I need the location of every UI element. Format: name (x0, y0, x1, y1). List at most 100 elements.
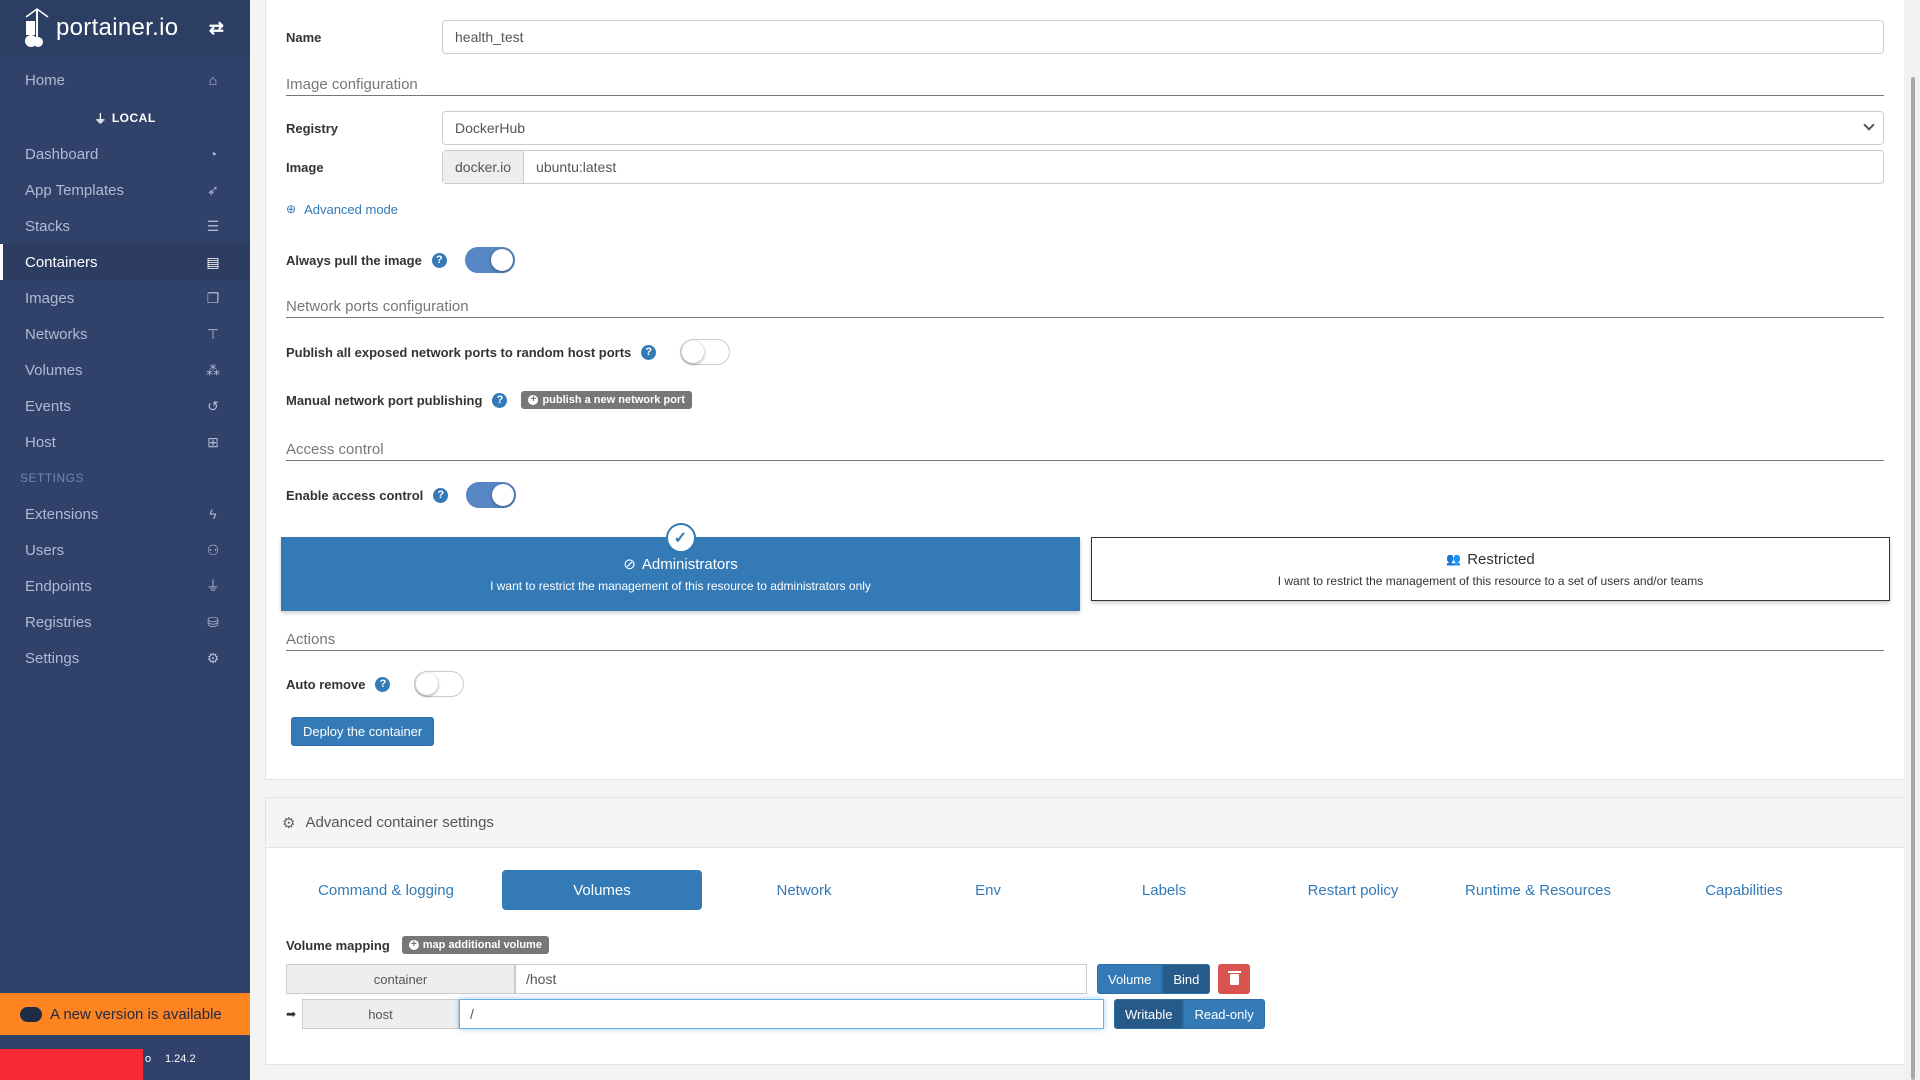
enable-access-toggle[interactable] (466, 482, 517, 508)
sitemap-icon: ⊤ (206, 325, 220, 342)
host-path-input[interactable]: / (459, 999, 1104, 1029)
writable-button[interactable]: Writable (1114, 999, 1184, 1029)
cloud-download-icon (20, 1006, 42, 1022)
portainer-logo-icon[interactable] (24, 7, 50, 49)
sidebar-item-networks[interactable]: Networks ⊤ (0, 316, 250, 352)
name-input[interactable]: health_test (442, 20, 1884, 54)
sidebar-item-volumes[interactable]: Volumes ⁂ (0, 352, 250, 388)
brand-name[interactable]: portainer.io (56, 14, 178, 42)
tab-restart-policy[interactable]: Restart policy (1253, 870, 1453, 910)
publish-new-port-button[interactable]: + publish a new network port (521, 391, 692, 409)
auto-remove-row: Auto remove ? (286, 670, 1884, 698)
globe-icon: ⊕ (286, 202, 297, 216)
registry-label: Registry (286, 120, 339, 136)
update-available-banner[interactable]: A new version is available (0, 993, 250, 1035)
publish-all-toggle[interactable] (680, 339, 731, 365)
tab-runtime-resources[interactable]: Runtime & Resources (1438, 870, 1638, 910)
sidebar-item-images[interactable]: Images ❐ (0, 280, 250, 316)
map-additional-volume-button[interactable]: + map additional volume (401, 936, 549, 954)
sidebar-item-label: Images (25, 289, 75, 307)
sidebar-item-events[interactable]: Events ↺ (0, 388, 250, 424)
rocket-icon: ➶ (207, 181, 219, 198)
help-icon[interactable]: ? (375, 676, 391, 692)
sidebar-item-registries[interactable]: Registries ⛁ (0, 604, 250, 640)
help-icon[interactable]: ? (641, 344, 657, 360)
sidebar-item-label: Dashboard (25, 145, 99, 163)
sidebar-item-host[interactable]: Host ⊞ (0, 424, 250, 460)
name-value: health_test (455, 29, 524, 45)
sidebar-item-label: Volumes (25, 361, 83, 379)
container-path-row: container /host Volume Bind (286, 964, 1251, 994)
volume-type-volume-button[interactable]: Volume (1097, 964, 1163, 994)
remove-volume-button[interactable] (1218, 964, 1251, 994)
chevron-down-icon (1863, 119, 1875, 131)
tab-env[interactable]: Env (888, 870, 1088, 910)
restricted-description: I want to restrict the management of thi… (1277, 573, 1704, 588)
auto-remove-toggle[interactable] (414, 671, 465, 697)
toggle-knob (490, 249, 513, 271)
sidebar-item-endpoints[interactable]: Endpoints ⏚ (0, 568, 250, 604)
tab-command-logging[interactable]: Command & logging (286, 870, 486, 910)
settings-section-title: SETTINGS (20, 471, 85, 485)
container-path-input[interactable]: /host (515, 964, 1087, 994)
read-only-button[interactable]: Read-only (1183, 999, 1265, 1029)
access-option-restricted[interactable]: 👥 Restricted I want to restrict the manag… (1091, 537, 1890, 601)
publish-all-row: Publish all exposed network ports to ran… (286, 338, 1884, 366)
volume-mapping-row: Volume mapping + map additional volume (286, 936, 549, 954)
tachometer-icon: ◔ (208, 146, 218, 162)
volume-type-bind-button[interactable]: Bind (1162, 964, 1211, 994)
sidebar-item-label: App Templates (25, 181, 124, 199)
deploy-container-button[interactable]: Deploy the container (291, 716, 435, 746)
tab-capabilities[interactable]: Capabilities (1644, 870, 1844, 910)
sidebar-item-app-templates[interactable]: App Templates ➶ (0, 172, 250, 208)
host-path-addon: host (302, 999, 459, 1029)
registry-value: DockerHub (455, 120, 526, 136)
scrollbar-thumb[interactable] (1911, 77, 1915, 1080)
advanced-mode-link[interactable]: ⊕ Advanced mode (286, 202, 398, 217)
sidebar-item-dashboard[interactable]: Dashboard ◔ (0, 136, 250, 172)
name-row: Name health_test (286, 20, 1884, 54)
help-icon[interactable]: ? (431, 252, 447, 268)
brand-header: portainer.io ⇄ (0, 0, 250, 56)
sidebar-item-label: Registries (25, 613, 92, 631)
list-icon: ☰ (206, 217, 220, 234)
image-input[interactable]: docker.io ubuntu:latest (442, 150, 1884, 184)
always-pull-toggle[interactable] (464, 247, 515, 273)
database-icon: ⛁ (207, 613, 219, 630)
sidebar-item-settings[interactable]: Settings ⚙ (0, 640, 250, 676)
swap-endpoint-icon[interactable]: ⇄ (209, 18, 224, 39)
access-option-administrators[interactable]: ✓ ⊘ Administrators I want to restrict the… (281, 523, 1080, 611)
users-icon: ⚇ (206, 541, 220, 558)
registry-select[interactable]: DockerHub (442, 111, 1884, 145)
advanced-mode-label: Advanced mode (304, 201, 399, 217)
sidebar-item-home[interactable]: Home ⌂ (0, 60, 250, 100)
sidebar-item-label: Host (25, 433, 56, 451)
sidebar-item-users[interactable]: Users ⚇ (0, 532, 250, 568)
image-value: ubuntu:latest (536, 159, 617, 175)
endpoint-name: ⏚ LOCAL (0, 100, 250, 136)
advanced-settings-title: Advanced container settings (305, 814, 494, 831)
check-icon: ✓ (665, 523, 696, 553)
tab-network[interactable]: Network (704, 870, 904, 910)
manual-publish-label: Manual network port publishing (286, 392, 483, 408)
advanced-tabs: Command & logging Volumes Network Env Labels… (266, 870, 1904, 910)
home-icon: ⌂ (208, 72, 218, 88)
sidebar-item-extensions[interactable]: Extensions ϟ (0, 496, 250, 532)
container-path-addon: container (286, 964, 515, 994)
help-icon[interactable]: ? (433, 487, 449, 503)
endpoint-label: LOCAL (111, 111, 156, 125)
publish-new-port-label: publish a new network port (542, 394, 685, 406)
sidebar-item-label: Events (25, 397, 71, 415)
sidebar-item-containers[interactable]: Containers ▤ (0, 244, 250, 280)
sidebar-item-stacks[interactable]: Stacks ☰ (0, 208, 250, 244)
advanced-mode-row: ⊕ Advanced mode (286, 200, 1884, 218)
tab-labels[interactable]: Labels (1064, 870, 1264, 910)
admin-title: Administrators (641, 555, 738, 573)
tab-volumes[interactable]: Volumes (502, 870, 702, 910)
image-registry-prefix: docker.io (443, 151, 525, 183)
plus-circle-icon: + (408, 940, 419, 950)
help-icon[interactable]: ? (492, 392, 508, 408)
network-ports-heading: Network ports configuration (286, 298, 1884, 318)
page-scrollbar[interactable] (1904, 0, 1920, 1080)
plus-circle-icon: + (528, 395, 539, 405)
